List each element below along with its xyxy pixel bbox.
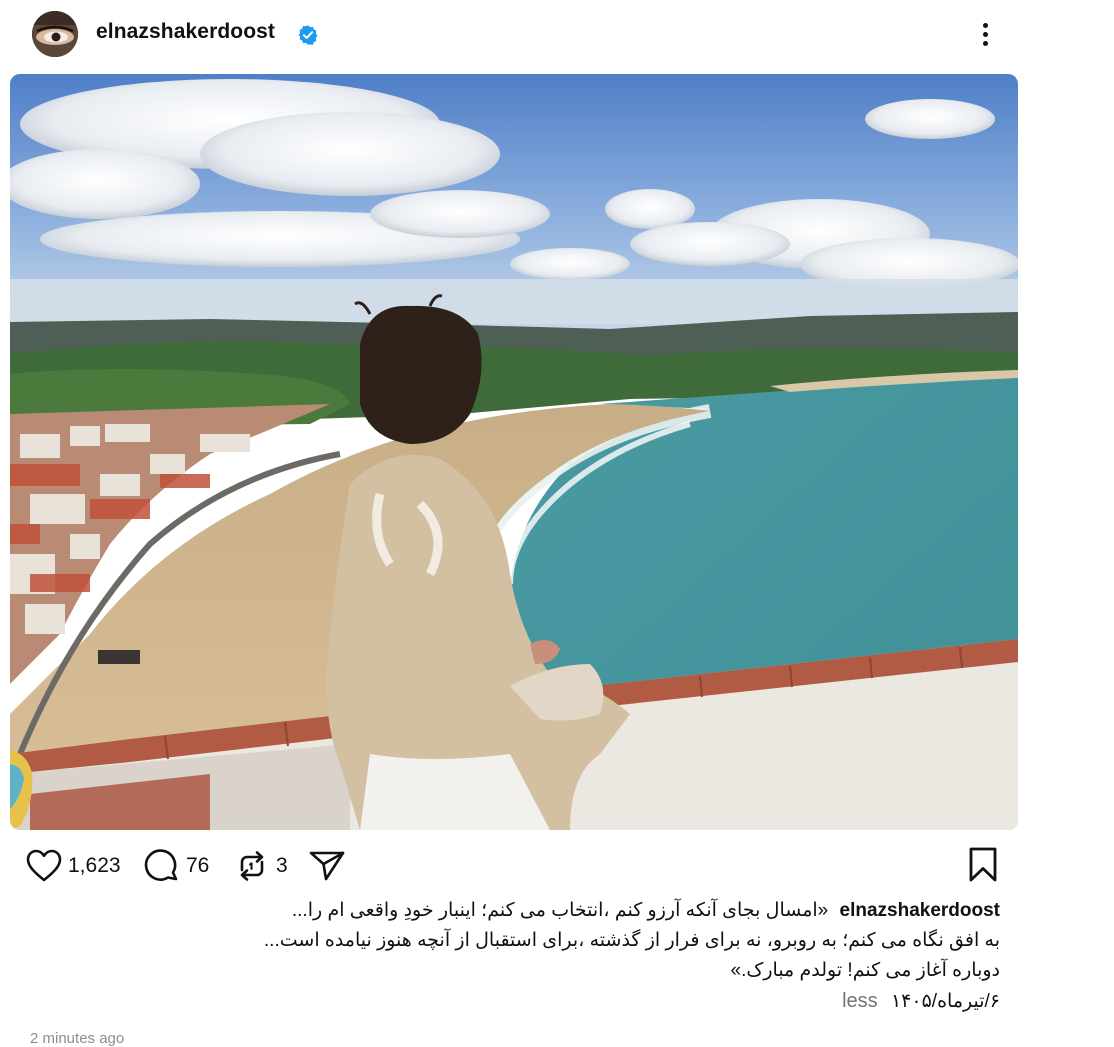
caption-username[interactable]: elnazshakerdoost [840, 900, 1001, 921]
repost-button[interactable]: 3 [234, 846, 288, 886]
comment-button[interactable]: 76 [144, 846, 209, 886]
less-link[interactable]: less [842, 990, 878, 1012]
post-image[interactable] [10, 74, 1018, 830]
caption-date-row: ۶/تیرماه/۱۴۰۵ less [842, 990, 1000, 1013]
action-bar: 1,623 76 3 [0, 840, 1020, 890]
send-icon [309, 851, 345, 881]
avatar[interactable] [32, 11, 78, 57]
bookmark-icon [969, 847, 997, 882]
share-button[interactable] [308, 846, 346, 886]
repost-icon [240, 851, 264, 881]
caption-line: به افق نگاه می کنم؛ به روبرو، نه برای فر… [263, 930, 1000, 951]
comment-count[interactable]: 76 [186, 854, 209, 878]
post-timestamp: 2 minutes ago [30, 1030, 125, 1047]
post-header: elnazshakerdoost [0, 0, 1020, 70]
caption-date: ۶/تیرماه/۱۴۰۵ [890, 991, 1000, 1012]
post-caption: elnazshakerdoost «امسال بجای آنکه آرزو ک… [20, 896, 1000, 986]
save-button[interactable] [966, 846, 1000, 884]
post-username[interactable]: elnazshakerdoost [96, 20, 275, 44]
like-button[interactable]: 1,623 [26, 846, 121, 886]
repost-count[interactable]: 3 [276, 854, 288, 878]
caption-line: elnazshakerdoost «امسال بجای آنکه آرزو ک… [20, 896, 1000, 926]
caption-line: دوباره آغاز می کنم! تولدم مبارک.» [730, 960, 1001, 981]
verified-badge-icon [298, 25, 318, 45]
more-options-button[interactable] [972, 20, 998, 50]
heart-icon [26, 849, 62, 882]
like-count[interactable]: 1,623 [68, 854, 121, 878]
comment-icon [144, 849, 178, 881]
caption-text: «امسال بجای آنکه آرزو کنم ،انتخاب می کنم… [291, 900, 829, 921]
